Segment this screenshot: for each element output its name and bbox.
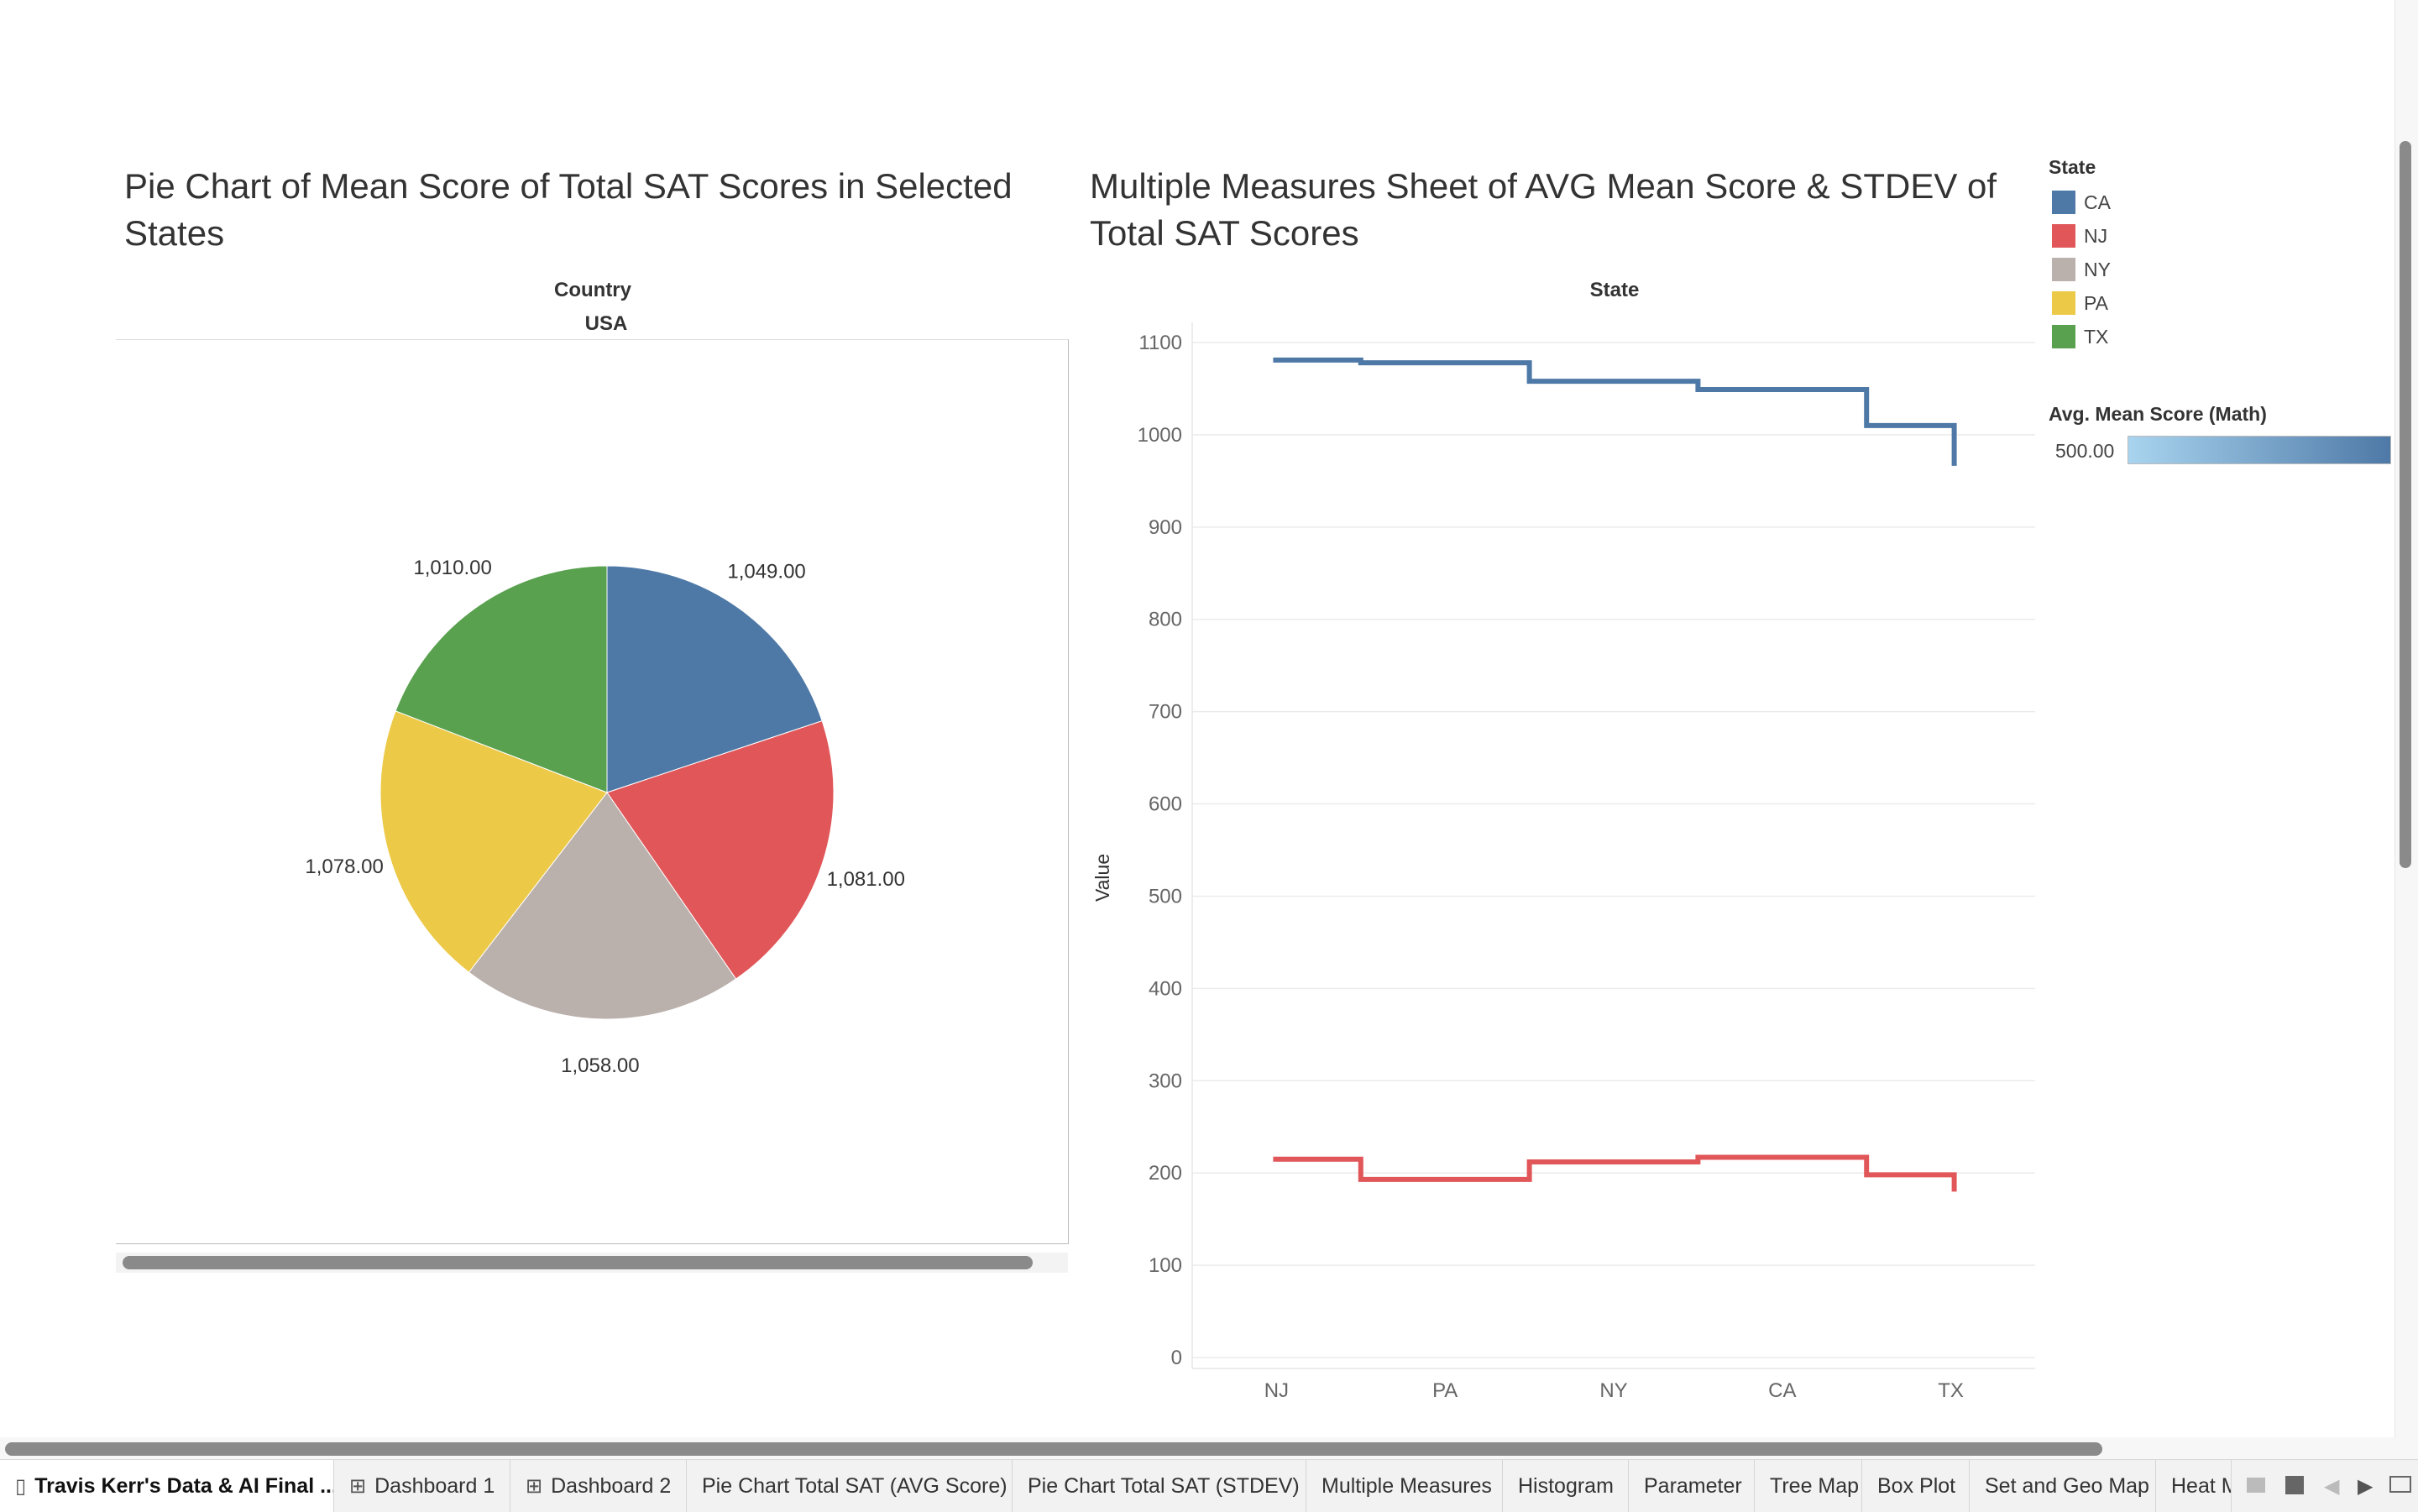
x-tick-label-pa: PA	[1432, 1379, 1458, 1402]
grid-icon: ⊞	[526, 1474, 543, 1498]
x-tick-label-ny: NY	[1599, 1379, 1627, 1402]
sheet-tab-label: Heat M	[2171, 1473, 2231, 1498]
sheet-tab-label: Pie Chart Total SAT (AVG Score)	[702, 1473, 1008, 1498]
chevron-right-icon[interactable]: ▶	[2358, 1474, 2373, 1499]
color-legend-ramp[interactable]	[2128, 436, 2391, 464]
sheet-tab-3[interactable]: ⊞ Dashboard 2	[510, 1460, 687, 1512]
legend-label: TX	[2084, 325, 2109, 348]
sheet-tab-label: Parameter	[1644, 1473, 1742, 1498]
legend-label: NJ	[2084, 224, 2108, 247]
legend-title: State	[2049, 156, 2096, 178]
x-tick-label-tx: TX	[1938, 1379, 1964, 1402]
sheet-tab-bar: ▯ Travis Kerr's Data & AI Final ... ⊞ Dashb…	[0, 1459, 2418, 1512]
chevron-left-icon[interactable]: ◀	[2324, 1474, 2339, 1499]
grid-view-icon[interactable]	[2285, 1476, 2304, 1494]
y-tick-label: 600	[1149, 793, 1182, 816]
sheet-tab-label: Dashboard 1	[374, 1473, 495, 1498]
legend-swatch	[2052, 258, 2075, 281]
sheet-tab-2[interactable]: ⊞ Dashboard 1	[334, 1460, 510, 1512]
y-tick-label: 800	[1149, 609, 1182, 631]
y-tick-label: 1000	[1138, 424, 1182, 447]
presentation-icon[interactable]	[2389, 1476, 2411, 1493]
y-tick-label: 900	[1149, 516, 1182, 539]
sheet-tab-label: Box Plot	[1877, 1473, 1956, 1498]
y-tick-label: 100	[1149, 1254, 1182, 1277]
y-tick-label: 500	[1149, 885, 1182, 908]
sheet-tab-6[interactable]: Multiple Measures	[1306, 1460, 1503, 1512]
sheet-tab-label: Dashboard 2	[551, 1473, 672, 1498]
legend-item-ny[interactable]: NY	[2052, 257, 2111, 282]
sheet-tab-1[interactable]: ▯ Travis Kerr's Data & AI Final ...	[0, 1460, 334, 1512]
legend-item-tx[interactable]: TX	[2052, 324, 2108, 349]
legend-swatch	[2052, 191, 2075, 214]
x-tick-label-nj: NJ	[1264, 1379, 1289, 1402]
sheet-tab-label: Pie Chart Total SAT (STDEV)	[1028, 1473, 1300, 1498]
sheet-tab-11[interactable]: Set and Geo Map	[1970, 1460, 2156, 1512]
grid-icon: ⊞	[349, 1474, 367, 1498]
y-tick-label: 300	[1149, 1070, 1182, 1092]
y-tick-label: 0	[1171, 1347, 1182, 1369]
legend-swatch	[2052, 224, 2075, 248]
book-icon: ▯	[15, 1474, 27, 1498]
sheet-tab-8[interactable]: Parameter	[1629, 1460, 1755, 1512]
legend-label: CA	[2084, 191, 2111, 213]
series-line-stdev[interactable]	[1273, 1154, 1957, 1192]
vertical-scrollbar-thumb[interactable]	[2400, 141, 2411, 868]
y-tick-label: 400	[1149, 977, 1182, 1000]
legend-swatch	[2052, 291, 2075, 315]
sheet-tab-label: Travis Kerr's Data & AI Final ...	[34, 1473, 334, 1498]
legend-swatch	[2052, 325, 2075, 348]
legend-item-nj[interactable]: NJ	[2052, 223, 2107, 249]
y-tick-label: 700	[1149, 701, 1182, 724]
filmstrip-icon[interactable]	[2247, 1478, 2265, 1493]
sheet-tab-5[interactable]: Pie Chart Total SAT (STDEV)	[1013, 1460, 1306, 1512]
sheet-tab-4[interactable]: Pie Chart Total SAT (AVG Score)	[687, 1460, 1013, 1512]
legend-label: NY	[2084, 258, 2111, 280]
legend-label: PA	[2084, 291, 2108, 314]
series-line-mean[interactable]	[1273, 357, 1957, 466]
legend-item-ca[interactable]: CA	[2052, 190, 2111, 215]
color-legend-min: 500.00	[2055, 440, 2115, 462]
horizontal-scrollbar-thumb[interactable]	[5, 1442, 2102, 1456]
sheet-tab-9[interactable]: Tree Map	[1755, 1460, 1862, 1512]
sheet-tab-label: Histogram	[1518, 1473, 1614, 1498]
sheet-tab-10[interactable]: Box Plot	[1862, 1460, 1970, 1512]
sheet-tab-label: Set and Geo Map	[1985, 1473, 2149, 1498]
sheet-tab-7[interactable]: Histogram	[1503, 1460, 1629, 1512]
x-tick-label-ca: CA	[1768, 1379, 1796, 1402]
y-tick-label: 1100	[1138, 332, 1182, 354]
color-legend-title: Avg. Mean Score (Math)	[2049, 403, 2267, 425]
sheet-tab-label: Tree Map	[1770, 1473, 1860, 1498]
legend-item-pa[interactable]: PA	[2052, 290, 2108, 316]
sheet-tab-label: Multiple Measures	[1322, 1473, 1492, 1498]
sheet-tab-12[interactable]: Heat M	[2156, 1460, 2232, 1512]
y-tick-label: 200	[1149, 1162, 1182, 1185]
